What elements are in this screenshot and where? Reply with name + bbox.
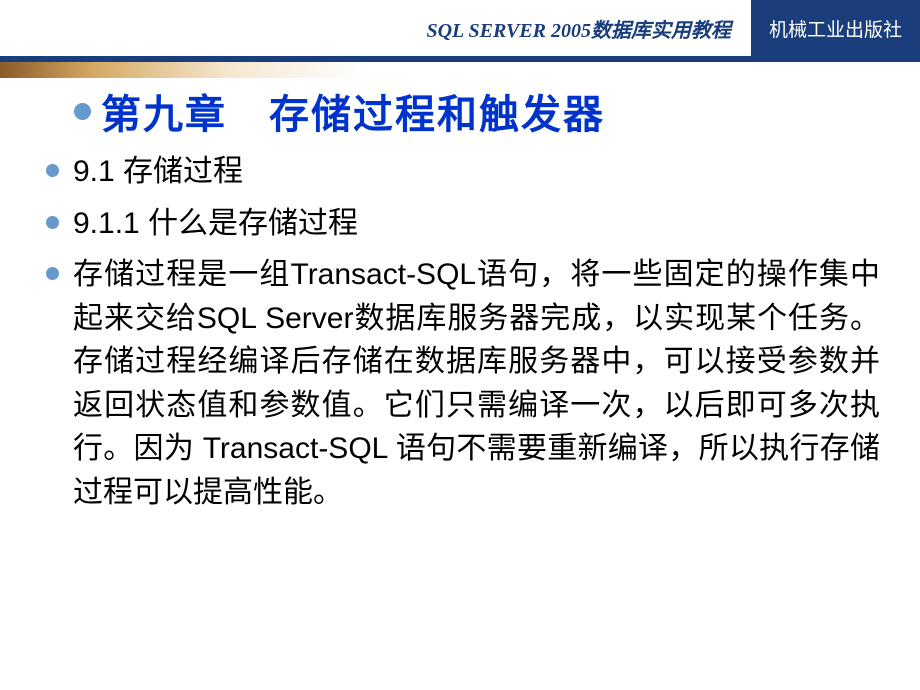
chapter-title: 第九章 存储过程和触发器	[101, 82, 605, 140]
bullet-icon	[46, 267, 59, 280]
chapter-title-row: 第九章 存储过程和触发器	[74, 82, 880, 140]
section-paragraph: 存储过程是一组Transact-SQL语句，将一些固定的操作集中起来交给SQL …	[73, 253, 880, 514]
slide-content: 第九章 存储过程和触发器 9.1 存储过程 9.1.1 什么是存储过程 存储过程…	[0, 78, 920, 514]
bullet-icon	[46, 216, 59, 229]
section-row: 9.1 存储过程	[46, 150, 880, 194]
section-text: 9.1.1 什么是存储过程	[73, 202, 358, 246]
section-row: 9.1.1 什么是存储过程	[46, 202, 880, 246]
section-text: 9.1 存储过程	[73, 150, 243, 194]
slide-header: SQL SERVER 2005数据库实用教程 机械工业出版社	[0, 0, 920, 56]
bullet-icon	[46, 164, 59, 177]
header-publisher: 机械工业出版社	[751, 0, 920, 56]
header-book-title: SQL SERVER 2005数据库实用教程	[426, 14, 731, 43]
section-row: 存储过程是一组Transact-SQL语句，将一些固定的操作集中起来交给SQL …	[46, 253, 880, 514]
header-gradient-strip	[0, 62, 920, 78]
bullet-icon	[74, 103, 91, 120]
